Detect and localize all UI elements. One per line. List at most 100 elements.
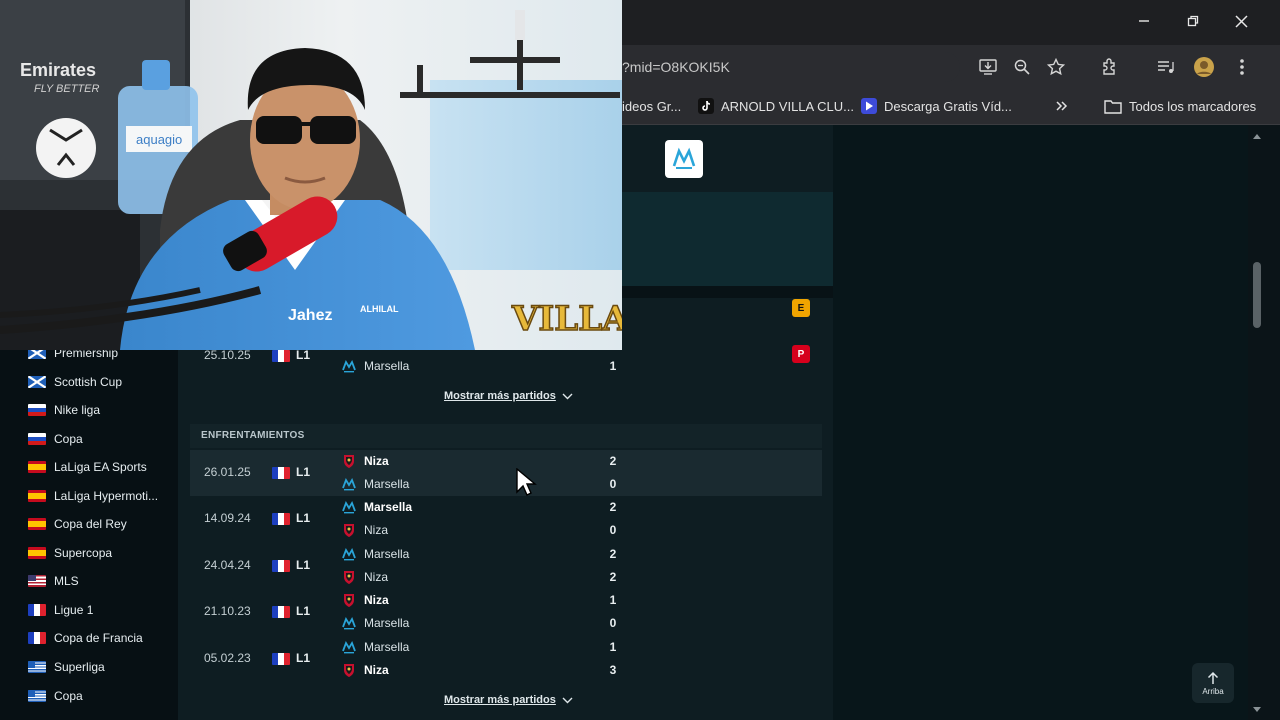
team-away: Marsella: [342, 358, 409, 374]
marsella-crest-icon: [342, 359, 356, 373]
sidebar-item-copa-slovenia[interactable]: Copa: [28, 428, 83, 450]
media-control-icon[interactable]: [1155, 56, 1177, 78]
wall-sponsor-text: Emirates: [20, 60, 96, 80]
h2h-match-row[interactable]: 21.10.23 L1 Niza Marsella 1 0: [190, 589, 822, 635]
sidebar-item-copa-del-rey[interactable]: Copa del Rey: [28, 513, 127, 535]
sidebar-item-label: MLS: [54, 574, 79, 588]
marsella-logo-large[interactable]: [665, 140, 703, 178]
match-date: 05.02.23: [204, 650, 251, 665]
sidebar-item-label: Copa: [54, 432, 83, 446]
bookmark-item[interactable]: ARNOLD VILLA CLU...: [698, 96, 854, 116]
league-code: L1: [296, 604, 311, 619]
marsella-crest-icon: [342, 617, 356, 630]
install-app-icon[interactable]: [977, 56, 999, 78]
team-name: Marsella: [364, 616, 410, 631]
sidebar-item-superliga[interactable]: Superliga: [28, 656, 105, 678]
scroll-down-arrow-icon[interactable]: [1252, 706, 1262, 714]
restore-icon: [1187, 15, 1199, 27]
bookmark-item[interactable]: ideos Gr...: [622, 96, 681, 116]
team-name: Marsella: [364, 359, 410, 373]
team-name: Marsella: [364, 477, 410, 491]
team-name: Niza: [364, 454, 389, 468]
team-name: Niza: [364, 523, 389, 538]
niza-crest-icon: [344, 570, 354, 584]
event-badge-e: E: [792, 299, 810, 317]
villa-overlay-logo: VILLA: [511, 299, 622, 339]
sidebar-item-scottish-cup[interactable]: Scottish Cup: [28, 371, 122, 393]
niza-crest-icon: [344, 455, 354, 468]
match-date: 14.09.24: [204, 511, 251, 526]
home-score: 2: [609, 500, 617, 515]
scroll-up-arrow-icon[interactable]: [1252, 132, 1262, 140]
team-away: Niza: [342, 522, 388, 538]
play-logo-icon: [861, 98, 877, 114]
team-home: Marsella: [342, 499, 412, 515]
sidebar-item-label: Ligue 1: [54, 603, 94, 617]
close-window-button[interactable]: [1228, 10, 1254, 32]
sidebar-item-label: Supercopa: [54, 546, 113, 560]
profile-avatar[interactable]: [1193, 56, 1215, 78]
sidebar-item-copa-de-francia[interactable]: Copa de Francia: [28, 627, 143, 649]
mouse-cursor-icon: [516, 468, 537, 496]
show-more-h2h-link[interactable]: Mostrar más partidos: [444, 692, 573, 708]
sidebar-item-laliga-ea[interactable]: LaLiga EA Sports: [28, 456, 147, 478]
away-score: 0: [609, 616, 617, 631]
spain-flag-icon: [28, 547, 46, 559]
h2h-match-row[interactable]: 05.02.23 L1 Marsella Niza 1 3: [190, 636, 822, 682]
section-title: ENFRENTAMIENTOS: [201, 430, 305, 441]
bookmarks-overflow-button[interactable]: [1055, 96, 1069, 116]
scroll-to-top-button[interactable]: Arriba: [1192, 663, 1234, 703]
zoom-icon[interactable]: [1011, 56, 1033, 78]
sidebar-item-copa-greece[interactable]: Copa: [28, 685, 83, 707]
extensions-icon[interactable]: [1099, 56, 1121, 78]
h2h-match-row[interactable]: 26.01.25 L1 Niza Marsella 2 0: [190, 450, 822, 496]
page-scrollbar[interactable]: [1248, 125, 1264, 720]
sidebar-item-label: Nike liga: [54, 403, 101, 417]
show-more-label: Mostrar más partidos: [444, 390, 556, 402]
scrollbar-thumb[interactable]: [1253, 262, 1261, 328]
sidebar-item-nike-liga[interactable]: Nike liga: [28, 399, 100, 421]
niza-crest-icon: [344, 524, 354, 538]
bookmark-label: ARNOLD VILLA CLU...: [721, 98, 854, 114]
restore-button[interactable]: [1180, 10, 1206, 32]
arrow-up-icon: [1207, 671, 1219, 684]
spain-flag-icon: [28, 490, 46, 502]
tiktok-icon: [698, 98, 714, 114]
bookmark-star-icon[interactable]: [1045, 56, 1067, 78]
minimize-button[interactable]: [1131, 10, 1157, 32]
url-text[interactable]: ?mid=O8KOKI5K: [622, 59, 730, 75]
scroll-to-top-label: Arriba: [1202, 686, 1224, 696]
match-date: 25.10.25: [204, 348, 251, 362]
home-score: 1: [609, 639, 617, 654]
spain-flag-icon: [28, 518, 46, 530]
all-bookmarks-button[interactable]: Todos los marcadores: [1104, 96, 1256, 116]
bottle-label-text: aquagio: [136, 132, 182, 147]
team-name: Marsella: [364, 500, 413, 515]
h2h-match-row[interactable]: 14.09.24 L1 Marsella Niza 2 0: [190, 496, 822, 542]
league-code: L1: [296, 557, 311, 572]
france-flag-icon: [272, 559, 290, 572]
greece-flag-icon: [28, 661, 46, 673]
away-score: 0: [609, 477, 617, 491]
league-code: L1: [296, 348, 311, 362]
sidebar-item-laliga-hypermotion[interactable]: LaLiga Hypermoti...: [28, 485, 158, 507]
all-bookmarks-label: Todos los marcadores: [1129, 98, 1257, 114]
bookmark-item[interactable]: Descarga Gratis Víd...: [861, 96, 1012, 116]
sidebar-item-ligue-1[interactable]: Ligue 1: [28, 599, 93, 621]
marsella-crest-icon: [342, 477, 356, 491]
team-score: 1: [609, 359, 617, 373]
sidebar-item-supercopa[interactable]: Supercopa: [28, 542, 112, 564]
chevron-down-icon: [562, 393, 573, 399]
more-menu-icon[interactable]: [1231, 56, 1253, 78]
webcam-overlay: Emirates FLY BETTER aquagio Jahez ALHILA…: [0, 0, 622, 350]
team-name: Niza: [364, 662, 389, 677]
show-more-matches-link[interactable]: Mostrar más partidos: [444, 388, 573, 404]
h2h-match-row[interactable]: 24.04.24 L1 Marsella Niza 2 2: [190, 543, 822, 589]
sidebar-item-mls[interactable]: MLS: [28, 570, 79, 592]
team-away: Niza: [342, 662, 389, 678]
show-more-label: Mostrar más partidos: [444, 694, 556, 706]
team-away: Marsella: [342, 476, 409, 492]
marsella-crest-icon: [342, 640, 356, 653]
team-away: Niza: [342, 569, 388, 585]
marsella-crest-icon: [342, 547, 356, 561]
